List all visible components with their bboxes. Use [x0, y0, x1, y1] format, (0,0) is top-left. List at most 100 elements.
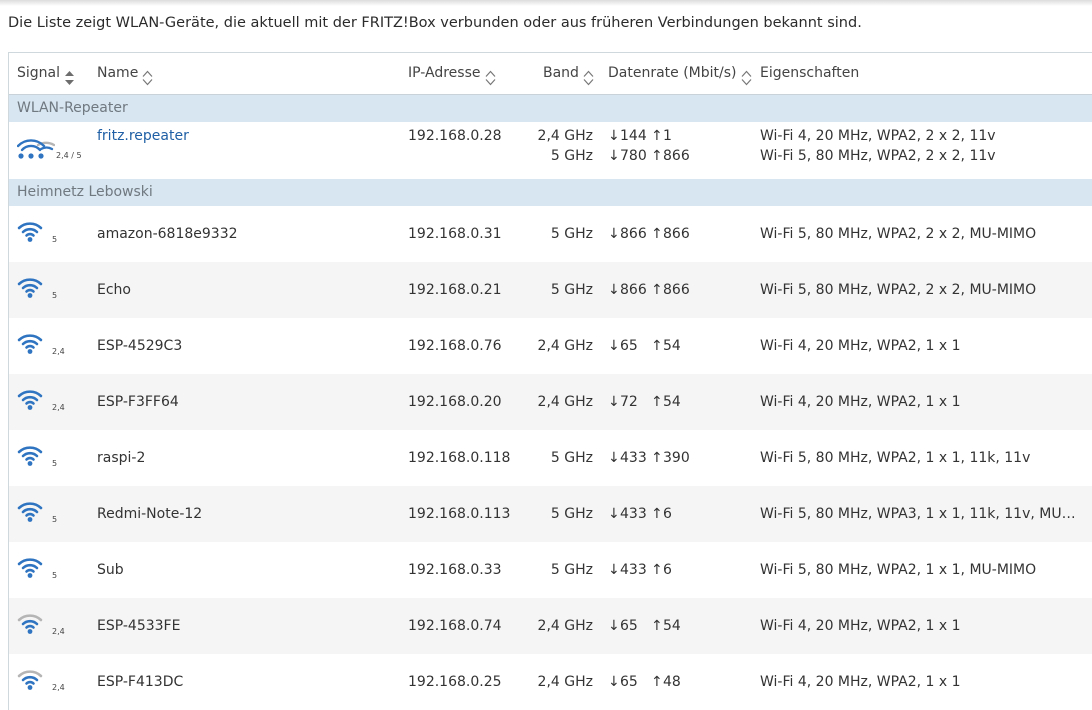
- device-name[interactable]: ESP-F3FF64: [97, 394, 179, 410]
- group-header-wlan-repeater: WLAN-Repeater: [9, 95, 1092, 122]
- table-row[interactable]: 2,4 ESP-F3FF64 192.168.0.20 2,4 GHz ↓72 …: [9, 374, 1092, 430]
- rate-up-value: 54: [663, 338, 681, 354]
- table-row[interactable]: 5 raspi-2 192.168.0.118 5 GHz ↓433 ↑390 …: [9, 430, 1092, 486]
- band-label: 2,4: [52, 403, 65, 412]
- device-name[interactable]: Echo: [97, 282, 131, 298]
- device-name[interactable]: Sub: [97, 562, 124, 578]
- rate-down-value: 433: [620, 562, 647, 578]
- rate-down: ↓65: [608, 674, 638, 690]
- wifi-signal-icon: [17, 499, 43, 527]
- band-value: 2,4 GHz: [537, 618, 593, 634]
- wifi-signal-icon: [17, 275, 43, 303]
- band-label: 5: [52, 235, 58, 244]
- rate-down: ↓144: [608, 128, 647, 144]
- table-row[interactable]: 5 Sub 192.168.0.33 5 GHz ↓433 ↑6 Wi-Fi 5…: [9, 542, 1092, 598]
- device-name[interactable]: ESP-4533FE: [97, 618, 180, 634]
- ip-address: 192.168.0.21: [408, 282, 502, 298]
- rate-down: ↓433: [608, 450, 647, 466]
- arrow-up-icon: ↑: [651, 618, 663, 634]
- arrow-down-icon: ↓: [608, 128, 620, 144]
- properties: Wi-Fi 5, 80 MHz, WPA2, 2 x 2, MU-MIMO: [760, 282, 1037, 298]
- band-value: 2,4 GHz: [537, 128, 593, 144]
- rate-down-value: 72: [620, 394, 638, 410]
- arrow-down-icon: ↓: [608, 394, 620, 410]
- band-label: 5: [52, 459, 58, 468]
- group-header-heimnetz: Heimnetz Lebowski: [9, 179, 1092, 206]
- rate-up-value: 54: [663, 618, 681, 634]
- sort-name-header[interactable]: Name: [97, 53, 153, 95]
- arrow-up-icon: ↑: [651, 282, 663, 298]
- rate-down-value: 144: [620, 128, 647, 144]
- rate-down: ↓65: [608, 338, 638, 354]
- table-row[interactable]: 5 Echo 192.168.0.21 5 GHz ↓866 ↑866 Wi-F…: [9, 262, 1092, 318]
- group-rows: 5 amazon-6818e9332 192.168.0.31 5 GHz ↓8…: [9, 206, 1092, 710]
- arrow-down-icon: ↓: [608, 506, 620, 522]
- ip-address: 192.168.0.76: [408, 338, 502, 354]
- wifi-signal-icon: [17, 331, 43, 359]
- header-props: Eigenschaften: [760, 53, 859, 95]
- band-value: 5 GHz: [550, 506, 593, 522]
- sort-band-header[interactable]: Band: [543, 53, 594, 95]
- wifi-signal-icon: [17, 443, 43, 471]
- arrow-up-icon: ↑: [651, 226, 663, 242]
- rate-up-value: 390: [663, 450, 690, 466]
- arrow-down-icon: ↓: [608, 450, 620, 466]
- band-label: 5: [52, 291, 58, 300]
- rate-up-value: 866: [663, 226, 690, 242]
- device-name[interactable]: amazon-6818e9332: [97, 226, 238, 242]
- ip-address: 192.168.0.25: [408, 674, 502, 690]
- table-row[interactable]: 2,4 / 5 fritz.repeater 192.168.0.28 2,4 …: [9, 122, 1092, 179]
- properties: Wi-Fi 5, 80 MHz, WPA3, 1 x 1, 11k, 11v, …: [760, 506, 1080, 522]
- band-value: 5 GHz: [550, 562, 593, 578]
- header-label-ip: IP-Adresse: [408, 65, 481, 81]
- rate-down: ↓780: [608, 148, 647, 164]
- header-label-signal: Signal: [17, 65, 61, 81]
- sort-signal-header[interactable]: Signal: [17, 53, 75, 95]
- rate-down-value: 433: [620, 450, 647, 466]
- rate-down-value: 433: [620, 506, 647, 522]
- device-name[interactable]: ESP-F413DC: [97, 674, 183, 690]
- properties: Wi-Fi 5, 80 MHz, WPA2, 2 x 2, 11v: [760, 148, 996, 164]
- table-row[interactable]: 2,4 ESP-4533FE 192.168.0.74 2,4 GHz ↓65 …: [9, 598, 1092, 654]
- sort-icon: [583, 63, 594, 86]
- sort-ip-header[interactable]: IP-Adresse: [408, 53, 496, 95]
- rate-up-value: 866: [663, 282, 690, 298]
- arrow-up-icon: ↑: [651, 450, 663, 466]
- header-label-props: Eigenschaften: [760, 65, 860, 81]
- band-value: 5 GHz: [550, 282, 593, 298]
- table-row[interactable]: 2,4 ESP-F413DC 192.168.0.25 2,4 GHz ↓65 …: [9, 654, 1092, 710]
- rate-up-value: 48: [663, 674, 681, 690]
- table-row[interactable]: 2,4 ESP-4529C3 192.168.0.76 2,4 GHz ↓65 …: [9, 318, 1092, 374]
- device-name[interactable]: ESP-4529C3: [97, 338, 182, 354]
- rate-up: ↑6: [651, 562, 672, 578]
- table-row[interactable]: 5 Redmi-Note-12 192.168.0.113 5 GHz ↓433…: [9, 486, 1092, 542]
- arrow-down-icon: ↓: [608, 618, 620, 634]
- sort-icon: [741, 63, 752, 86]
- rate-down: ↓433: [608, 506, 647, 522]
- ip-address: 192.168.0.31: [408, 226, 502, 242]
- band-label: 2,4: [52, 683, 65, 692]
- device-name[interactable]: Redmi-Note-12: [97, 506, 202, 522]
- wifi-signal-dual-icon: [16, 136, 56, 164]
- ip-address: 192.168.0.33: [408, 562, 502, 578]
- device-name-link[interactable]: fritz.repeater: [97, 128, 189, 144]
- rate-up-value: 6: [663, 506, 672, 522]
- ip-address: 192.168.0.113: [408, 506, 511, 522]
- properties: Wi-Fi 4, 20 MHz, WPA2, 2 x 2, 11v: [760, 128, 996, 144]
- properties: Wi-Fi 4, 20 MHz, WPA2, 1 x 1: [760, 394, 961, 410]
- rate-up-value: 6: [663, 562, 672, 578]
- band-value: 2,4 GHz: [537, 338, 593, 354]
- rate-up: ↑866: [651, 148, 690, 164]
- arrow-down-icon: ↓: [608, 674, 620, 690]
- rate-down: ↓866: [608, 282, 647, 298]
- arrow-up-icon: ↑: [651, 506, 663, 522]
- wifi-signal-icon: [17, 219, 43, 247]
- ip-address: 192.168.0.28: [408, 128, 502, 144]
- band-label: 5: [52, 571, 58, 580]
- device-name[interactable]: raspi-2: [97, 450, 145, 466]
- table-row[interactable]: 5 amazon-6818e9332 192.168.0.31 5 GHz ↓8…: [9, 206, 1092, 262]
- sort-rate-header[interactable]: Datenrate (Mbit/s): [608, 53, 752, 95]
- rate-down: ↓65: [608, 618, 638, 634]
- header-label-name: Name: [97, 65, 139, 81]
- rate-down: ↓866: [608, 226, 647, 242]
